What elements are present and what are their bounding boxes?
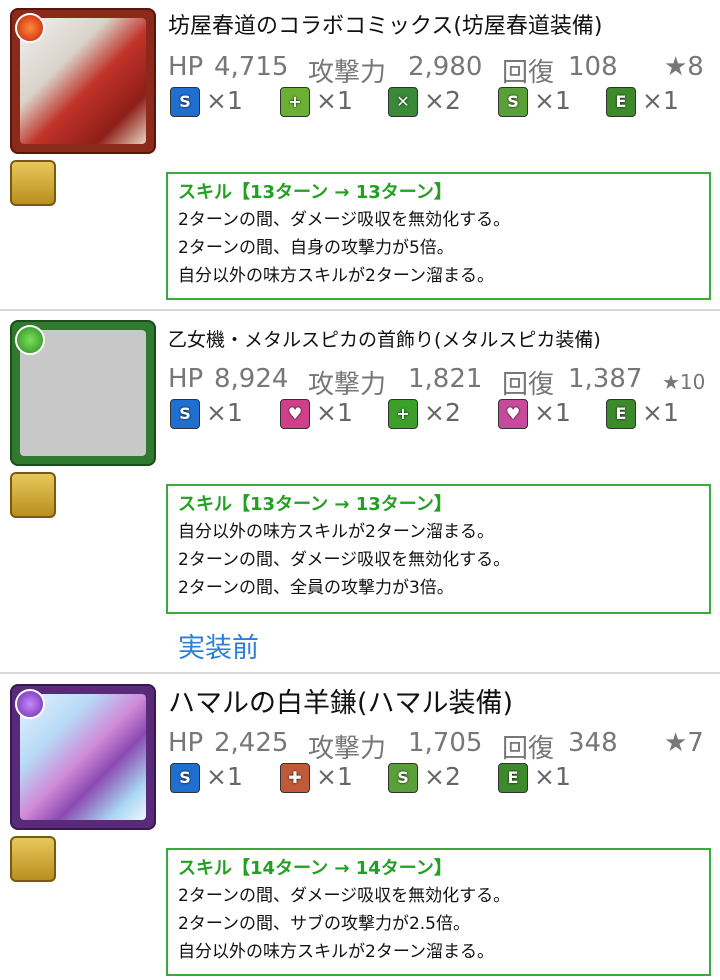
rcv-value: 348 (568, 728, 618, 758)
two-pronged-attack-icon: ✕ (388, 87, 418, 117)
stats-row: HP 4,715 攻撃力 2,980 回復 108 ★8 (168, 52, 710, 88)
equipment-card: 坊屋春道のコラボコミックス(坊屋春道装備) HP 4,715 攻撃力 2,980… (0, 0, 720, 310)
skill-line: 2ターンの間、ダメージ吸収を無効化する。 (178, 886, 511, 906)
skill-title: スキル【13ターン → 13ターン】 (178, 182, 452, 203)
skill-line: 2ターンの間、ダメージ吸収を無効化する。 (178, 550, 511, 570)
heart-key-icon: ♥ (498, 399, 528, 429)
machine-type-icon (10, 472, 56, 518)
rcv-label: 回復 (502, 370, 555, 400)
equipment-name[interactable]: 乙女機・メタルスピカの首飾り(メタルスピカ装備) (168, 326, 601, 354)
skill-line: 自分以外の味方スキルが2ターン溜まる。 (178, 942, 494, 962)
skill-title: スキル【14ターン → 14ターン】 (178, 858, 452, 879)
heart-orb-icon: ♥ (280, 399, 310, 429)
rcv-label: 回復 (502, 734, 555, 764)
equipment-name[interactable]: 坊屋春道のコラボコミックス(坊屋春道装備) (168, 12, 603, 42)
divider (0, 672, 720, 674)
equip-icon: E (606, 399, 636, 429)
rcv-value: 1,387 (568, 364, 643, 394)
atk-label: 攻撃力 (308, 58, 387, 88)
wood-attribute-icon (15, 325, 45, 355)
status-label[interactable]: 実装前 (178, 626, 259, 665)
skill-box: スキル【13ターン → 13ターン】 自分以外の味方スキルが2ターン溜まる。 2… (166, 484, 711, 614)
skill-line: 2ターンの間、自身の攻撃力が5倍。 (178, 238, 454, 258)
equipment-thumbnail[interactable] (10, 8, 156, 154)
auto-heal-icon: ✚ (280, 763, 310, 793)
equipment-thumbnail[interactable] (10, 684, 156, 830)
skill-boost-plus-icon: S (388, 763, 418, 793)
rarity: ★10 (662, 370, 706, 394)
machine-type-icon (10, 836, 56, 882)
equipment-card: ハマルの白羊鎌(ハマル装備) HP 2,425 攻撃力 1,705 回復 348… (0, 676, 720, 980)
equip-icon: E (498, 763, 528, 793)
skill-line: 自分以外の味方スキルが2ターン溜まる。 (178, 522, 494, 542)
skill-line: 2ターンの間、全員の攻撃力が3倍。 (178, 578, 454, 598)
hp-label: HP (168, 728, 204, 758)
fire-attribute-icon (15, 13, 45, 43)
hp-label: HP (168, 52, 204, 82)
awakening-row: S ×1 ✚ ×1 S ×2 E ×1 (170, 762, 710, 796)
rcv-label: 回復 (502, 58, 555, 88)
equipment-card: 乙女機・メタルスピカの首飾り(メタルスピカ装備) HP 8,924 攻撃力 1,… (0, 312, 720, 672)
equipment-thumbnail[interactable] (10, 320, 156, 466)
rcv-value: 108 (568, 52, 618, 82)
divider (0, 309, 720, 311)
atk-value: 1,821 (408, 364, 483, 394)
awakening-row: S ×1 ♥ ×1 + ×2 ♥ ×1 E ×1 (170, 398, 710, 432)
atk-value: 1,705 (408, 728, 483, 758)
skill-boost-icon: S (170, 87, 200, 117)
stats-row: HP 2,425 攻撃力 1,705 回復 348 ★7 (168, 728, 710, 764)
stats-row: HP 8,924 攻撃力 1,821 回復 1,387 ★10 (168, 364, 710, 400)
skill-box: スキル【13ターン → 13ターン】 2ターンの間、ダメージ吸収を無効化する。 … (166, 172, 711, 300)
equipment-name[interactable]: ハマルの白羊鎌(ハマル装備) (168, 686, 513, 722)
awakening-row: S ×1 + ×1 ✕ ×2 S ×1 E ×1 (170, 86, 710, 120)
hp-label: HP (168, 364, 204, 394)
skill-boost-plus-icon: S (498, 87, 528, 117)
wood-row-icon: + (388, 399, 418, 429)
rarity: ★7 (664, 728, 704, 758)
skill-box: スキル【14ターン → 14ターン】 2ターンの間、ダメージ吸収を無効化する。 … (166, 848, 711, 976)
hp-value: 8,924 (214, 364, 289, 394)
hp-value: 4,715 (214, 52, 289, 82)
equip-icon: E (606, 87, 636, 117)
hp-value: 2,425 (214, 728, 289, 758)
skill-boost-icon: S (170, 399, 200, 429)
skill-line: 2ターンの間、ダメージ吸収を無効化する。 (178, 210, 511, 230)
skill-title: スキル【13ターン → 13ターン】 (178, 494, 452, 515)
skill-boost-icon: S (170, 763, 200, 793)
enhanced-heal-icon: + (280, 87, 310, 117)
skill-line: 2ターンの間、サブの攻撃力が2.5倍。 (178, 914, 471, 934)
rarity: ★8 (664, 52, 704, 82)
dark-attribute-icon (15, 689, 45, 719)
balance-type-icon (10, 160, 56, 206)
atk-value: 2,980 (408, 52, 483, 82)
skill-line: 自分以外の味方スキルが2ターン溜まる。 (178, 266, 494, 286)
atk-label: 攻撃力 (308, 734, 387, 764)
atk-label: 攻撃力 (308, 370, 387, 400)
